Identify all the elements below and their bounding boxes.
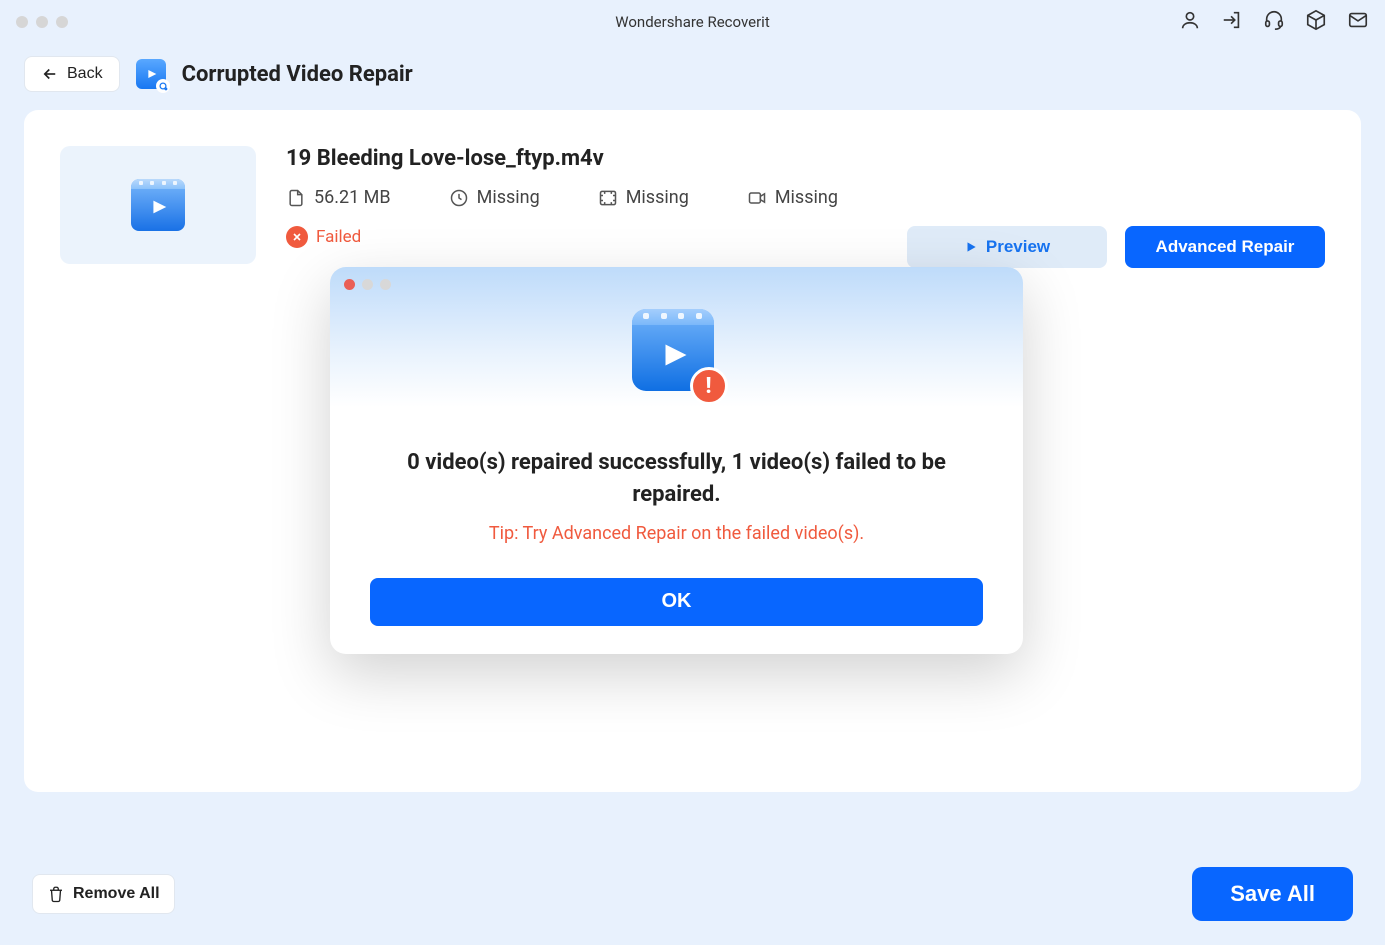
save-all-button[interactable]: Save All (1192, 867, 1353, 921)
duration-value: Missing (477, 187, 540, 208)
login-icon[interactable] (1221, 9, 1243, 35)
titlebar: Wondershare Recoverit (0, 0, 1385, 44)
duration: Missing (449, 187, 540, 208)
ok-button[interactable]: OK (370, 578, 983, 626)
page-title: Corrupted Video Repair (182, 62, 413, 87)
dialog-maximize-icon (380, 279, 391, 290)
maximize-window-icon[interactable] (56, 16, 68, 28)
resolution: Missing (598, 187, 689, 208)
back-button[interactable]: Back (24, 56, 120, 92)
remove-all-button[interactable]: Remove All (32, 874, 175, 914)
trash-icon (47, 885, 65, 903)
preview-label: Preview (986, 237, 1050, 257)
video-file-icon (131, 179, 185, 231)
mail-icon[interactable] (1347, 9, 1369, 35)
repair-result-dialog: ! 0 video(s) repaired successfully, 1 vi… (330, 267, 1023, 654)
headset-support-icon[interactable] (1263, 9, 1285, 35)
dialog-minimize-icon (362, 279, 373, 290)
account-icon[interactable] (1179, 9, 1201, 35)
resolution-value: Missing (626, 187, 689, 208)
remove-all-label: Remove All (73, 885, 160, 903)
video-filename: 19 Bleeding Love-lose_ftyp.m4v (286, 146, 1325, 171)
video-metadata: 56.21 MB Missing Missing Missing (286, 187, 1325, 208)
codec: Missing (747, 187, 838, 208)
alert-icon: ! (690, 367, 728, 405)
window-controls (16, 16, 68, 28)
play-icon (964, 240, 978, 254)
codec-value: Missing (775, 187, 838, 208)
dialog-close-icon[interactable] (344, 279, 355, 290)
camera-icon (747, 188, 767, 208)
status-badge: Failed (286, 226, 361, 248)
file-size-value: 56.21 MB (314, 187, 391, 208)
dialog-window-controls (344, 279, 1023, 290)
subheader: Back Corrupted Video Repair (0, 44, 1385, 110)
video-actions: Preview Advanced Repair (907, 226, 1325, 268)
ok-label: OK (662, 590, 692, 612)
clock-icon (449, 188, 469, 208)
error-icon (286, 226, 308, 248)
document-icon (286, 188, 306, 208)
cube-icon[interactable] (1305, 9, 1327, 35)
dialog-tip: Tip: Try Advanced Repair on the failed v… (370, 523, 983, 544)
save-all-label: Save All (1230, 881, 1315, 906)
minimize-window-icon[interactable] (36, 16, 48, 28)
close-window-icon[interactable] (16, 16, 28, 28)
footer: Remove All Save All (24, 867, 1361, 921)
dialog-header: ! (330, 267, 1023, 407)
titlebar-actions (1179, 9, 1369, 35)
advanced-repair-button[interactable]: Advanced Repair (1125, 226, 1325, 268)
dialog-message: 0 video(s) repaired successfully, 1 vide… (370, 447, 983, 511)
resolution-icon (598, 188, 618, 208)
dialog-icon: ! (632, 309, 722, 399)
arrow-left-icon (41, 65, 59, 83)
advanced-repair-label: Advanced Repair (1156, 237, 1295, 257)
app-title: Wondershare Recoverit (615, 13, 769, 31)
video-repair-app-icon (136, 59, 166, 89)
status-text: Failed (316, 227, 361, 247)
preview-button[interactable]: Preview (907, 226, 1107, 268)
dialog-body: 0 video(s) repaired successfully, 1 vide… (330, 407, 1023, 654)
video-thumbnail (60, 146, 256, 264)
file-size: 56.21 MB (286, 187, 391, 208)
back-label: Back (67, 65, 103, 83)
